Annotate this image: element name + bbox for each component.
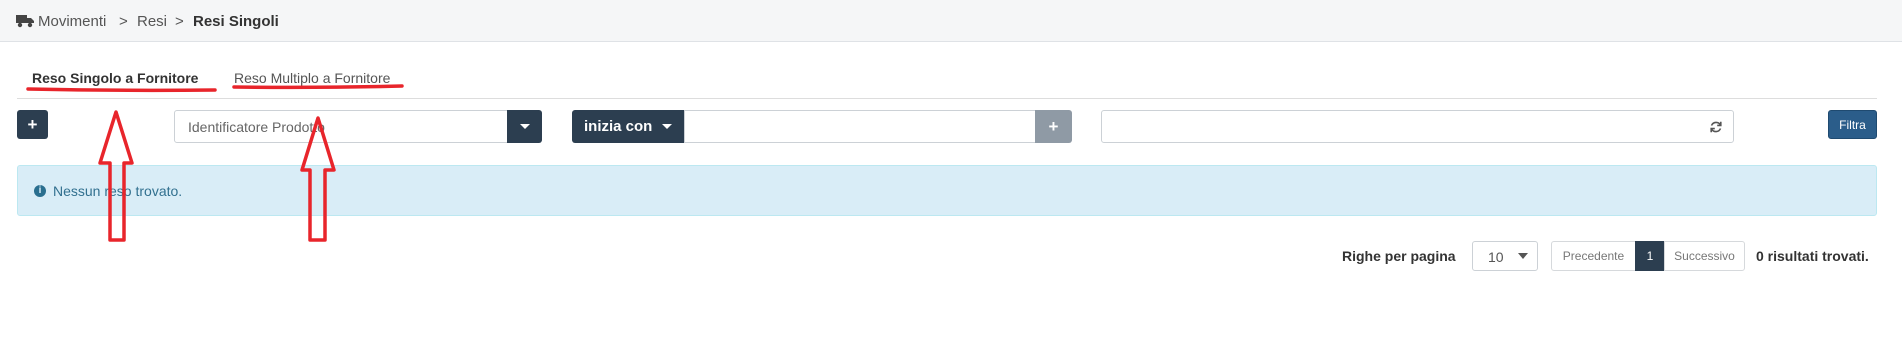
rows-per-page-label: Righe per pagina [1342, 248, 1456, 264]
add-filter-button[interactable]: + [1035, 110, 1072, 143]
results-count: 0 risultati trovati. [1756, 248, 1869, 264]
filter-button[interactable]: Filtra [1828, 110, 1877, 139]
match-mode-label: inizia con [584, 118, 653, 135]
product-identifier-select[interactable]: Identificatore Prodotto [174, 110, 508, 143]
chevron-down-icon [519, 124, 530, 129]
next-page-button[interactable]: Successivo [1664, 241, 1745, 271]
chevron-down-icon [1518, 253, 1528, 259]
rows-per-page-value: 10 [1488, 249, 1504, 265]
tab-reso-singolo[interactable]: Reso Singolo a Fornitore [32, 69, 198, 87]
alert-message: Nessun reso trovato. [53, 183, 183, 199]
breadcrumb-resi-singoli: Resi Singoli [193, 13, 279, 30]
search-input[interactable] [1101, 110, 1734, 143]
annotation-underline [26, 87, 217, 93]
product-identifier-label: Identificatore Prodotto [188, 119, 325, 135]
breadcrumb-separator: > [175, 13, 184, 30]
tab-divider [17, 98, 1877, 99]
filter-value-input[interactable] [684, 110, 1036, 143]
previous-page-button[interactable]: Precedente [1551, 241, 1636, 271]
no-results-alert: i Nessun reso trovato. [17, 165, 1877, 216]
refresh-icon[interactable] [1709, 120, 1723, 134]
info-icon: i [34, 185, 46, 197]
breadcrumb-separator: > [119, 13, 128, 30]
page-number-button[interactable]: 1 [1635, 241, 1665, 271]
rows-per-page-select[interactable]: 10 [1472, 241, 1538, 271]
truck-icon [16, 15, 34, 28]
match-mode-dropdown[interactable]: inizia con [572, 110, 684, 143]
breadcrumb: Movimenti > Resi > Resi Singoli [0, 0, 1902, 42]
breadcrumb-movimenti[interactable]: Movimenti [38, 13, 106, 30]
breadcrumb-resi[interactable]: Resi [137, 13, 167, 30]
chevron-down-icon [662, 124, 673, 129]
add-button[interactable]: + [17, 110, 48, 139]
product-identifier-dropdown-button[interactable] [507, 110, 542, 143]
tab-reso-multiplo[interactable]: Reso Multiplo a Fornitore [234, 69, 390, 87]
